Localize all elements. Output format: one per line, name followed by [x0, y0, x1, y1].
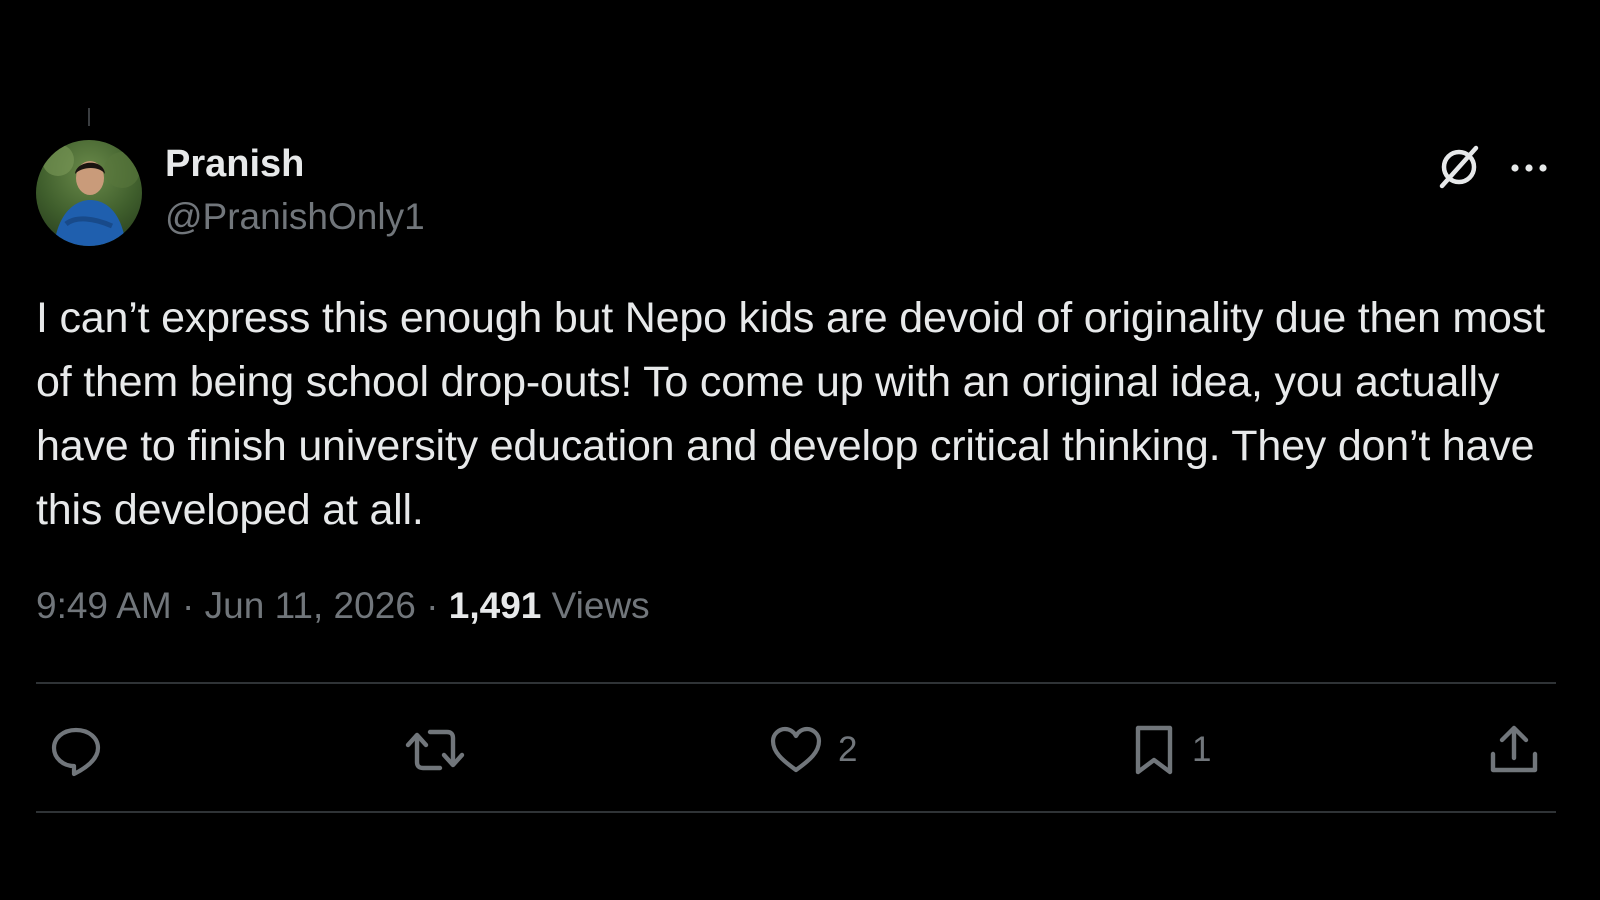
author-display-name[interactable]: Pranish [165, 143, 304, 186]
share-button[interactable] [1488, 722, 1554, 778]
like-count: 2 [838, 730, 858, 769]
meta-separator: · [415, 585, 449, 626]
divider [36, 682, 1556, 684]
heart-icon [768, 722, 824, 778]
more-options-icon[interactable] [1508, 150, 1550, 186]
author-handle[interactable]: @PranishOnly1 [165, 196, 425, 238]
reply-button[interactable] [48, 722, 118, 778]
bookmark-button[interactable]: 1 [1130, 722, 1211, 778]
like-button[interactable]: 2 [768, 722, 857, 778]
avatar-image [42, 144, 140, 246]
views-label: Views [551, 585, 650, 626]
reply-icon [48, 722, 104, 778]
post-text: I can’t express this enough but Nepo kid… [36, 294, 1545, 534]
views-count: 1,491 [448, 585, 542, 626]
thread-connector-line [88, 108, 90, 126]
repost-button[interactable] [404, 722, 480, 778]
post-time[interactable]: 9:49 AM [36, 585, 172, 626]
post-metadata: 9:49 AM · Jun 11, 2026 · 1,491 Views [36, 585, 650, 627]
bookmark-icon [1130, 722, 1178, 778]
post-date[interactable]: Jun 11, 2026 [205, 585, 416, 626]
meta-separator: · [171, 585, 205, 626]
repost-icon [404, 722, 466, 778]
divider [36, 811, 1556, 813]
grok-icon[interactable] [1434, 142, 1484, 192]
avatar[interactable] [36, 140, 142, 246]
share-icon [1488, 722, 1540, 778]
bookmark-count: 1 [1192, 730, 1212, 769]
